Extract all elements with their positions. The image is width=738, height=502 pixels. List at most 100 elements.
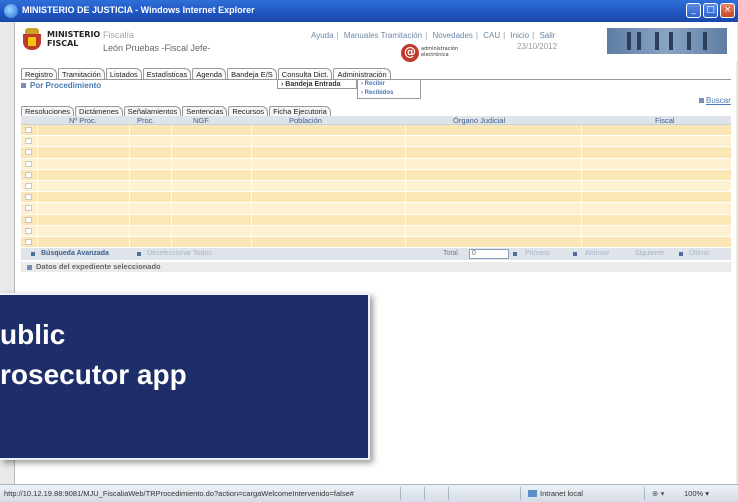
window-title: MINISTERIO DE JUSTICIA - Windows Interne… <box>22 5 255 15</box>
table-row[interactable] <box>21 203 731 215</box>
anterior-link[interactable]: Anterior <box>585 249 610 259</box>
busqueda-avanzada-link[interactable]: Búsqueda Avanzada <box>41 249 109 259</box>
window-titlebar: MINISTERIO DE JUSTICIA - Windows Interne… <box>0 0 738 22</box>
details-title: Datos del expediente seleccionado <box>36 262 161 271</box>
sub-tabs: Resoluciones Dictámenes Señalamientos Sente… <box>21 106 332 116</box>
col-fiscal[interactable]: Fiscal <box>655 116 675 125</box>
submenu-bandeja-entrada: › Recibir › Recibidos <box>357 79 421 99</box>
row-checkbox[interactable] <box>25 127 32 133</box>
menu-registro[interactable]: Registro <box>21 68 57 79</box>
row-checkbox[interactable] <box>25 160 32 167</box>
administracion-electronica-logo: @ <box>401 44 419 62</box>
menu-tramitacion[interactable]: Tramitación <box>57 68 105 79</box>
tab-senalamientos[interactable]: Señalamientos <box>123 106 182 116</box>
intranet-zone-icon <box>528 490 537 497</box>
total-label: Total <box>443 250 458 257</box>
bullet-icon <box>137 252 141 256</box>
submenu-recibidos[interactable]: › Recibidos <box>361 89 420 98</box>
bullet-icon <box>573 252 577 256</box>
current-date: 23/10/2012 <box>517 42 558 51</box>
caption-overlay: ublic rosecutor app <box>0 293 370 460</box>
link-novedades[interactable]: Novedades <box>432 31 472 40</box>
zoom-level[interactable]: 100% ▾ <box>684 489 709 498</box>
ie-icon <box>4 4 18 18</box>
tab-ficha-ejecutoria[interactable]: Ficha Ejecutoria <box>269 106 331 116</box>
section-header: Por Procedimiento <box>21 81 271 91</box>
col-ngf[interactable]: NGF <box>193 116 209 125</box>
protected-mode-icon[interactable]: ⊕ ▾ <box>652 489 664 498</box>
tab-resoluciones[interactable]: Resoluciones <box>21 106 75 116</box>
table-row[interactable] <box>21 192 731 204</box>
table-body <box>21 125 731 249</box>
table-row[interactable] <box>21 125 731 137</box>
buscar-label: Buscar <box>706 96 731 105</box>
user-name: León Pruebas -Fiscal Jefe- <box>103 43 211 53</box>
table-row[interactable] <box>21 225 731 237</box>
table-row[interactable] <box>21 169 731 181</box>
security-zone[interactable]: Intranet local <box>540 489 583 498</box>
top-links: Ayuda | Manuales Tramitación | Novedades | … <box>311 31 556 40</box>
row-checkbox[interactable] <box>25 216 32 223</box>
row-checkbox[interactable] <box>25 182 32 189</box>
menu-administracion[interactable]: Administración <box>333 68 391 79</box>
table-row[interactable] <box>21 147 731 159</box>
primero-link[interactable]: Primero <box>525 249 550 259</box>
siguiente-link[interactable]: Siguiente <box>635 249 664 259</box>
table-row[interactable] <box>21 214 731 226</box>
col-num-proc[interactable]: Nº Proc. <box>69 116 97 125</box>
link-manuales[interactable]: Manuales Tramitación <box>344 31 422 40</box>
menu-agenda[interactable]: Agenda <box>192 68 227 79</box>
status-bar: http://10.12.19.88:9081/MJU_FiscaliaWeb/… <box>0 484 738 502</box>
total-value: 0 <box>472 250 476 257</box>
minimize-button[interactable]: _ <box>686 3 701 18</box>
link-salir[interactable]: Salir <box>539 31 555 40</box>
col-organo-judicial[interactable]: Órgano Judicial <box>453 116 505 125</box>
results-table: Nº Proc. Proc. NGF Población Órgano Judi… <box>21 116 731 249</box>
row-checkbox[interactable] <box>25 238 32 245</box>
row-checkbox[interactable] <box>25 171 32 178</box>
status-url: http://10.12.19.88:9081/MJU_FiscaliaWeb/… <box>4 489 354 498</box>
square-bullet-icon <box>699 98 704 104</box>
bullet-icon <box>679 252 683 256</box>
row-checkbox[interactable] <box>25 149 32 156</box>
col-poblacion[interactable]: Población <box>289 116 322 125</box>
coat-of-arms-icon <box>21 28 43 52</box>
section-title: Por Procedimiento <box>30 81 102 90</box>
caption-text: ublic rosecutor app <box>0 319 187 390</box>
ministry-label: MINISTERIO FISCAL <box>47 30 101 48</box>
app-name: Fiscalía <box>103 30 135 40</box>
menu-consulta-dict[interactable]: Consulta Dict. <box>277 68 333 79</box>
administracion-electronica-text: administración electrónica <box>421 46 459 58</box>
menu-estadisticas[interactable]: Estadísticas <box>142 68 192 79</box>
buscar-link[interactable]: Buscar <box>699 96 731 105</box>
row-checkbox[interactable] <box>25 227 32 234</box>
pager-bar: Búsqueda Avanzada Deseleccionar Todos To… <box>21 248 731 260</box>
row-checkbox[interactable] <box>25 194 32 201</box>
menu-listados[interactable]: Listados <box>105 68 142 79</box>
ultimo-link[interactable]: Último <box>689 249 709 259</box>
tab-recursos[interactable]: Recursos <box>228 106 269 116</box>
dropdown-bandeja-entrada[interactable]: › Bandeja Entrada <box>277 79 357 89</box>
table-row[interactable] <box>21 158 731 170</box>
bullet-icon <box>31 252 35 256</box>
close-button[interactable]: × <box>720 3 735 18</box>
col-proc[interactable]: Proc. <box>137 116 155 125</box>
submenu-recibir[interactable]: › Recibir <box>361 80 420 89</box>
row-checkbox[interactable] <box>25 205 32 212</box>
square-bullet-icon <box>21 83 26 89</box>
square-bullet-icon <box>27 264 32 270</box>
link-ayuda[interactable]: Ayuda <box>311 31 334 40</box>
row-checkbox[interactable] <box>25 138 32 145</box>
link-inicio[interactable]: Inicio <box>510 31 529 40</box>
table-row[interactable] <box>21 236 731 249</box>
tab-sentencias[interactable]: Sentencias <box>182 106 228 116</box>
total-input[interactable]: 0 <box>469 249 509 259</box>
main-menu: Registro Tramitación Listados Estadísticas A… <box>21 68 392 79</box>
deseleccionar-todos-link[interactable]: Deseleccionar Todos <box>147 249 212 259</box>
menu-bandeja[interactable]: Bandeja E/S <box>227 68 277 79</box>
tab-dictamenes[interactable]: Dictámenes <box>75 106 123 116</box>
table-row[interactable] <box>21 180 731 193</box>
table-row[interactable] <box>21 136 731 148</box>
maximize-button[interactable]: □ <box>703 3 718 18</box>
link-cau[interactable]: CAU <box>483 31 500 40</box>
